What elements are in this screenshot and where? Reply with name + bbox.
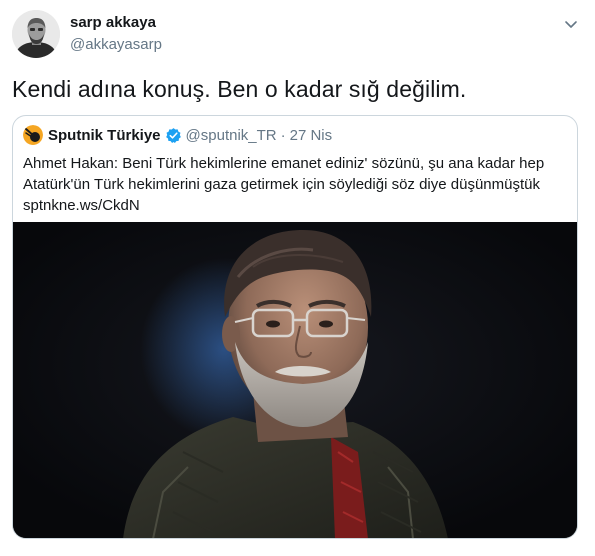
quoted-text-line: Atatürk'ün Türk hekimlerini gaza getirme… xyxy=(23,176,540,193)
separator-dot: · xyxy=(280,126,286,144)
portrait-photo xyxy=(13,222,577,538)
tweet-text: Kendi adına konuş. Ben o kadar sığ değil… xyxy=(12,76,467,102)
quoted-text-line: Ahmet Hakan: Beni Türk hekimlerine emane… xyxy=(23,155,545,172)
author-name[interactable]: sarp akkaya xyxy=(70,14,156,31)
author-avatar[interactable] xyxy=(12,10,60,58)
tweet-card: sarp akkaya @akkayasarp Kendi adına konu… xyxy=(0,0,595,556)
author-handle[interactable]: @akkayasarp xyxy=(70,36,162,53)
quoted-tweet-header: Sputnik Türkiye @sputnik_TR · 27 Nis xyxy=(23,125,332,145)
chevron-down-icon xyxy=(565,21,577,28)
quoted-tweet-photo[interactable] xyxy=(13,222,577,538)
tweet-menu-button[interactable] xyxy=(563,16,579,32)
verified-badge-icon xyxy=(165,127,181,143)
user-avatar-icon xyxy=(12,10,60,58)
sputnik-logo-icon[interactable] xyxy=(23,125,43,145)
quoted-tweet-text: Ahmet Hakan: Beni Türk hekimlerine emane… xyxy=(23,153,569,216)
quoted-author-name[interactable]: Sputnik Türkiye xyxy=(48,127,161,144)
quoted-tweet-date[interactable]: 27 Nis xyxy=(290,127,333,144)
quoted-link[interactable]: sptnkne.ws/CkdN xyxy=(23,195,569,216)
quoted-author-handle[interactable]: @sputnik_TR xyxy=(186,127,277,144)
quoted-tweet[interactable]: Sputnik Türkiye @sputnik_TR · 27 Nis Ahm… xyxy=(12,115,578,539)
